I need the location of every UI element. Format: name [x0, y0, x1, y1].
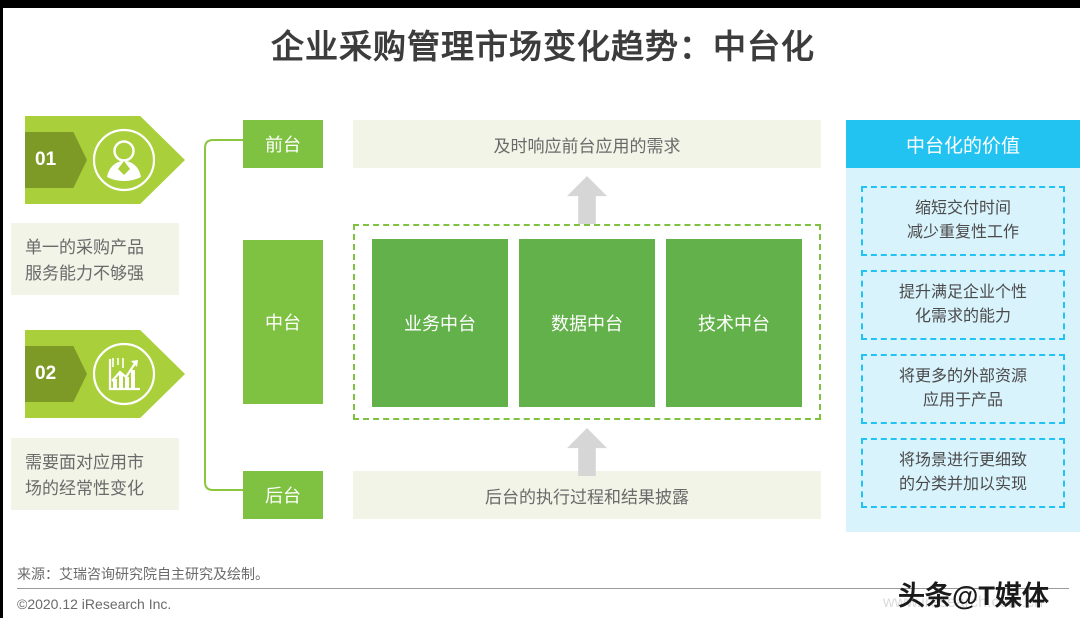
left-text-02-line1: 需要面对应用市 — [25, 453, 144, 472]
up-arrow-bottom — [567, 428, 607, 476]
middle-card-business: 业务中台 — [372, 239, 508, 407]
left-text-box-02: 需要面对应用市 场的经常性变化 — [11, 438, 179, 510]
value-card-3: 将更多的外部资源 应用于产品 — [861, 354, 1065, 424]
value-card-2-line2: 化需求的能力 — [914, 308, 1011, 325]
stage-label-back: 后台 — [243, 471, 323, 519]
value-card-4: 将场景进行更细致 的分类并加以实现 — [861, 438, 1065, 508]
left-text-02-line2: 场的经常性变化 — [25, 479, 144, 498]
value-card-4-line2: 的分类并加以实现 — [898, 476, 1027, 493]
value-card-2-line1: 提升满足企业个性 — [898, 284, 1027, 301]
left-text-box-01: 单一的采购产品 服务能力不够强 — [11, 223, 179, 295]
value-card-3-line1: 将更多的外部资源 — [898, 368, 1027, 385]
left-number-badge-02: 02 — [25, 346, 87, 402]
person-icon — [92, 128, 156, 192]
band-bottom: 后台的执行过程和结果披露 — [353, 471, 821, 519]
value-card-2: 提升满足企业个性 化需求的能力 — [861, 270, 1065, 340]
copyright-note: ©2020.12 iResearch Inc. — [17, 596, 172, 612]
middle-card-technology: 技术中台 — [666, 239, 802, 407]
left-text-01-line1: 单一的采购产品 — [25, 238, 144, 257]
bar-chart-trend-icon — [92, 342, 156, 406]
stage-label-middle: 中台 — [243, 240, 323, 404]
stage-label-front: 前台 — [243, 120, 323, 168]
page-title: 企业采购管理市场变化趋势：中台化 — [271, 28, 815, 65]
value-card-3-line2: 应用于产品 — [922, 392, 1003, 409]
band-top: 及时响应前台应用的需求 — [353, 120, 821, 168]
stage-bracket — [204, 139, 243, 491]
left-text-01-line2: 服务能力不够强 — [25, 264, 144, 283]
up-arrow-top — [567, 176, 607, 224]
value-card-4-line1: 将场景进行更细致 — [898, 452, 1027, 469]
left-chevron-01: 01 — [25, 116, 185, 204]
middle-platform-group: 业务中台 数据中台 技术中台 — [353, 224, 821, 420]
left-chevron-02: 02 — [25, 330, 185, 418]
infographic-page: 企业采购管理市场变化趋势：中台化 01 单一的采购产品 服务能力不够强 02 需… — [0, 0, 1080, 618]
value-card-1-line1: 缩短交付时间 — [914, 200, 1011, 217]
value-panel-header: 中台化的价值 — [846, 120, 1080, 168]
source-note: 来源：艾瑞咨询研究院自主研究及绘制。 — [17, 566, 269, 582]
value-card-1-line2: 减少重复性工作 — [906, 224, 1019, 241]
middle-card-data: 数据中台 — [519, 239, 655, 407]
value-card-1: 缩短交付时间 减少重复性工作 — [861, 186, 1065, 256]
watermark-brand: 头条@T媒体 — [898, 581, 1049, 611]
left-number-badge-01: 01 — [25, 132, 87, 188]
